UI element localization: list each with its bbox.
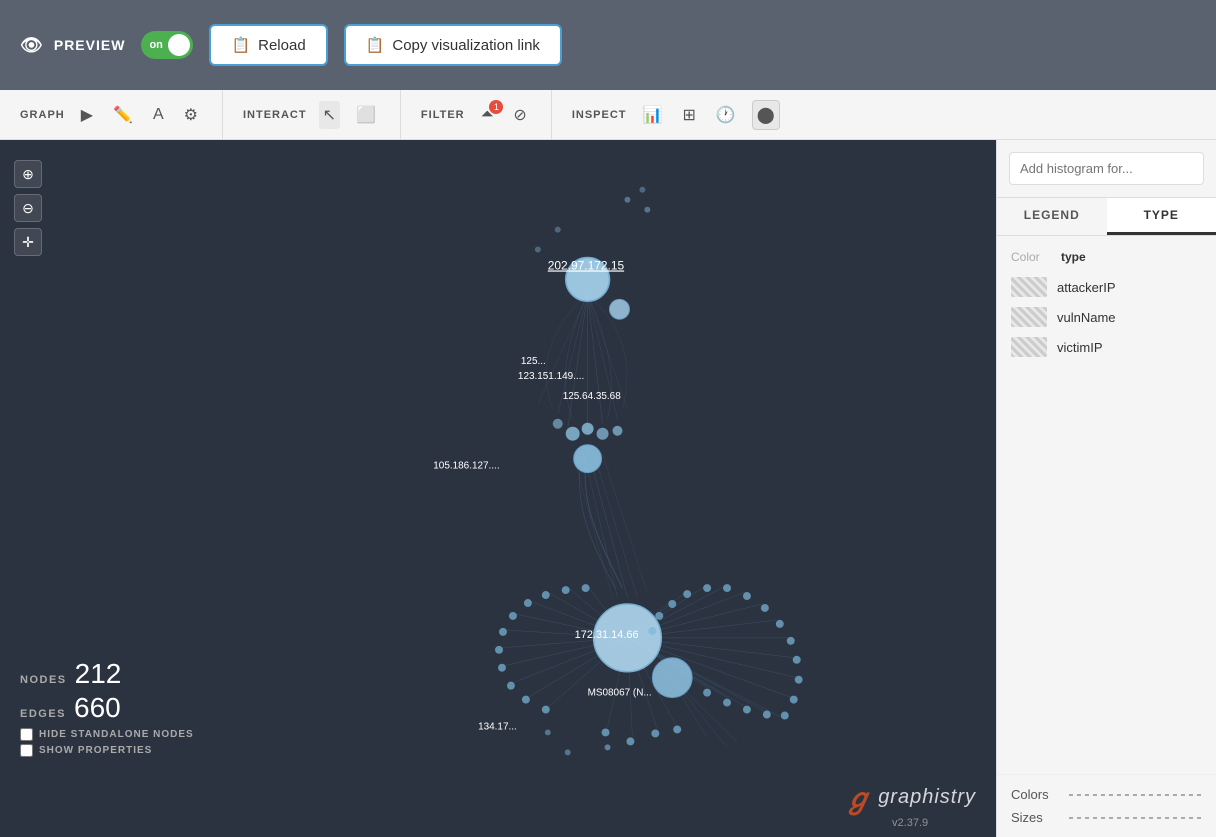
- hide-standalone-row: HIDE STANDALONE NODES: [20, 728, 194, 741]
- inspect-section: INSPECT 📊 ⊞ 🕐 ⬤: [552, 90, 800, 139]
- select-icon[interactable]: ⬜: [352, 101, 380, 129]
- graphistry-watermark: ℊ graphistry v2.37.9: [844, 777, 976, 829]
- svg-text:105.186.127....: 105.186.127....: [433, 461, 499, 472]
- copy-icon: 📋: [366, 36, 385, 54]
- show-properties-label: SHOW PROPERTIES: [39, 745, 152, 756]
- edges-count: 660: [74, 692, 121, 724]
- sizes-footer-line: [1069, 817, 1202, 819]
- clock-icon[interactable]: 🕐: [712, 101, 740, 129]
- victim-label: victimIP: [1057, 340, 1103, 355]
- reload-label: Reload: [258, 37, 306, 54]
- filter-badge-wrapper: ⏶ 1: [477, 106, 498, 124]
- hide-standalone-label: HIDE STANDALONE NODES: [39, 729, 194, 740]
- legend-item-attackerip: attackerIP: [997, 272, 1216, 302]
- histogram-search-input[interactable]: [1009, 152, 1204, 185]
- vuln-swatch: [1011, 307, 1047, 327]
- bar-chart-icon[interactable]: 📊: [639, 101, 667, 129]
- toggle-on-text: on: [149, 39, 162, 51]
- histogram-input-section: [997, 140, 1216, 198]
- preview-label: PREVIEW: [54, 37, 126, 53]
- graph-stats: NODES 212 EDGES 660 HIDE STANDALONE NODE…: [20, 658, 194, 757]
- reload-button[interactable]: 📋 Reload: [209, 24, 327, 66]
- preview-section: 👁 PREVIEW: [20, 35, 125, 56]
- interact-label: INTERACT: [243, 109, 307, 121]
- reload-icon: 📋: [231, 36, 250, 54]
- grid-icon[interactable]: ⊞: [678, 101, 699, 129]
- legend-item-vulnname: vulnName: [997, 302, 1216, 332]
- svg-text:172.31.14.66: 172.31.14.66: [575, 629, 639, 641]
- nodes-count: 212: [75, 658, 122, 690]
- filter-count-badge: 1: [489, 100, 503, 114]
- svg-text:125.64.35.68: 125.64.35.68: [563, 391, 621, 402]
- legend-tabs: LEGEND TYPE: [997, 198, 1216, 236]
- svg-text:123.151.149....: 123.151.149....: [518, 371, 584, 382]
- svg-text:MS08067 (N...: MS08067 (N...: [588, 688, 652, 699]
- preview-toggle[interactable]: on: [141, 31, 193, 59]
- legend-header-row: Color type: [997, 246, 1216, 268]
- show-properties-row: SHOW PROPERTIES: [20, 744, 194, 757]
- colors-footer-label: Colors: [1011, 787, 1061, 802]
- top-bar: 👁 PREVIEW on 📋 Reload 📋 Copy visualizati…: [0, 0, 1216, 90]
- victim-swatch: [1011, 337, 1047, 357]
- interact-section: INTERACT ↖ ⬜: [223, 90, 401, 139]
- legend-content: Color type attackerIP vulnName victimIP: [997, 236, 1216, 774]
- legend-footer: Colors Sizes: [997, 774, 1216, 837]
- inspect-label: INSPECT: [572, 109, 627, 121]
- graph-section: GRAPH ▶ ✏️ A ⚙: [0, 90, 223, 139]
- colors-footer-line: [1069, 794, 1202, 796]
- graph-canvas[interactable]: ⊕ ⊖ ✛: [0, 140, 996, 837]
- right-panel: LEGEND TYPE Color type attackerIP vulnNa…: [996, 140, 1216, 837]
- eye-icon: 👁: [20, 35, 44, 56]
- vuln-label: vulnName: [1057, 310, 1116, 325]
- main-area: ⊕ ⊖ ✛: [0, 140, 1216, 837]
- attacker-swatch: [1011, 277, 1047, 297]
- play-icon[interactable]: ▶: [77, 101, 97, 129]
- circle-icon[interactable]: ⬤: [752, 100, 780, 130]
- type-tab[interactable]: TYPE: [1107, 198, 1216, 235]
- copy-link-button[interactable]: 📋 Copy visualization link: [344, 24, 562, 66]
- text-icon[interactable]: A: [149, 102, 168, 128]
- nodes-stat-row: NODES 212: [20, 658, 194, 690]
- svg-text:134.17...: 134.17...: [478, 721, 517, 732]
- svg-text:125...: 125...: [521, 356, 546, 367]
- attacker-label: attackerIP: [1057, 280, 1116, 295]
- cursor-icon[interactable]: ↖: [319, 101, 340, 129]
- svg-text:202.97.172.15: 202.97.172.15: [548, 258, 625, 272]
- legend-tab[interactable]: LEGEND: [997, 198, 1107, 235]
- g-logo: ℊ: [844, 777, 872, 817]
- watermark-text: graphistry: [878, 786, 976, 809]
- toolbar-row: GRAPH ▶ ✏️ A ⚙ INTERACT ↖ ⬜ FILTER ⏶ 1 ⊘…: [0, 90, 1216, 140]
- clear-filter-icon[interactable]: ⊘: [509, 101, 530, 129]
- edges-label: EDGES: [20, 708, 66, 720]
- graph-label: GRAPH: [20, 109, 65, 121]
- watermark-version: v2.37.9: [892, 817, 928, 829]
- nodes-label: NODES: [20, 674, 67, 686]
- legend-item-victimip: victimIP: [997, 332, 1216, 362]
- settings-icon[interactable]: ⚙: [180, 101, 202, 129]
- sizes-footer-label: Sizes: [1011, 810, 1061, 825]
- toggle-knob: [168, 34, 190, 56]
- sizes-footer-row: Sizes: [1011, 806, 1202, 829]
- colors-footer-row: Colors: [1011, 783, 1202, 806]
- copy-link-label: Copy visualization link: [392, 37, 540, 54]
- edges-stat-row: EDGES 660: [20, 692, 194, 724]
- filter-label: FILTER: [421, 109, 465, 121]
- hide-standalone-checkbox[interactable]: [20, 728, 33, 741]
- show-properties-checkbox[interactable]: [20, 744, 33, 757]
- color-header: Color: [1011, 250, 1061, 264]
- filter-section: FILTER ⏶ 1 ⊘: [401, 90, 552, 139]
- type-header: type: [1061, 250, 1202, 264]
- brush-icon[interactable]: ✏️: [109, 101, 137, 129]
